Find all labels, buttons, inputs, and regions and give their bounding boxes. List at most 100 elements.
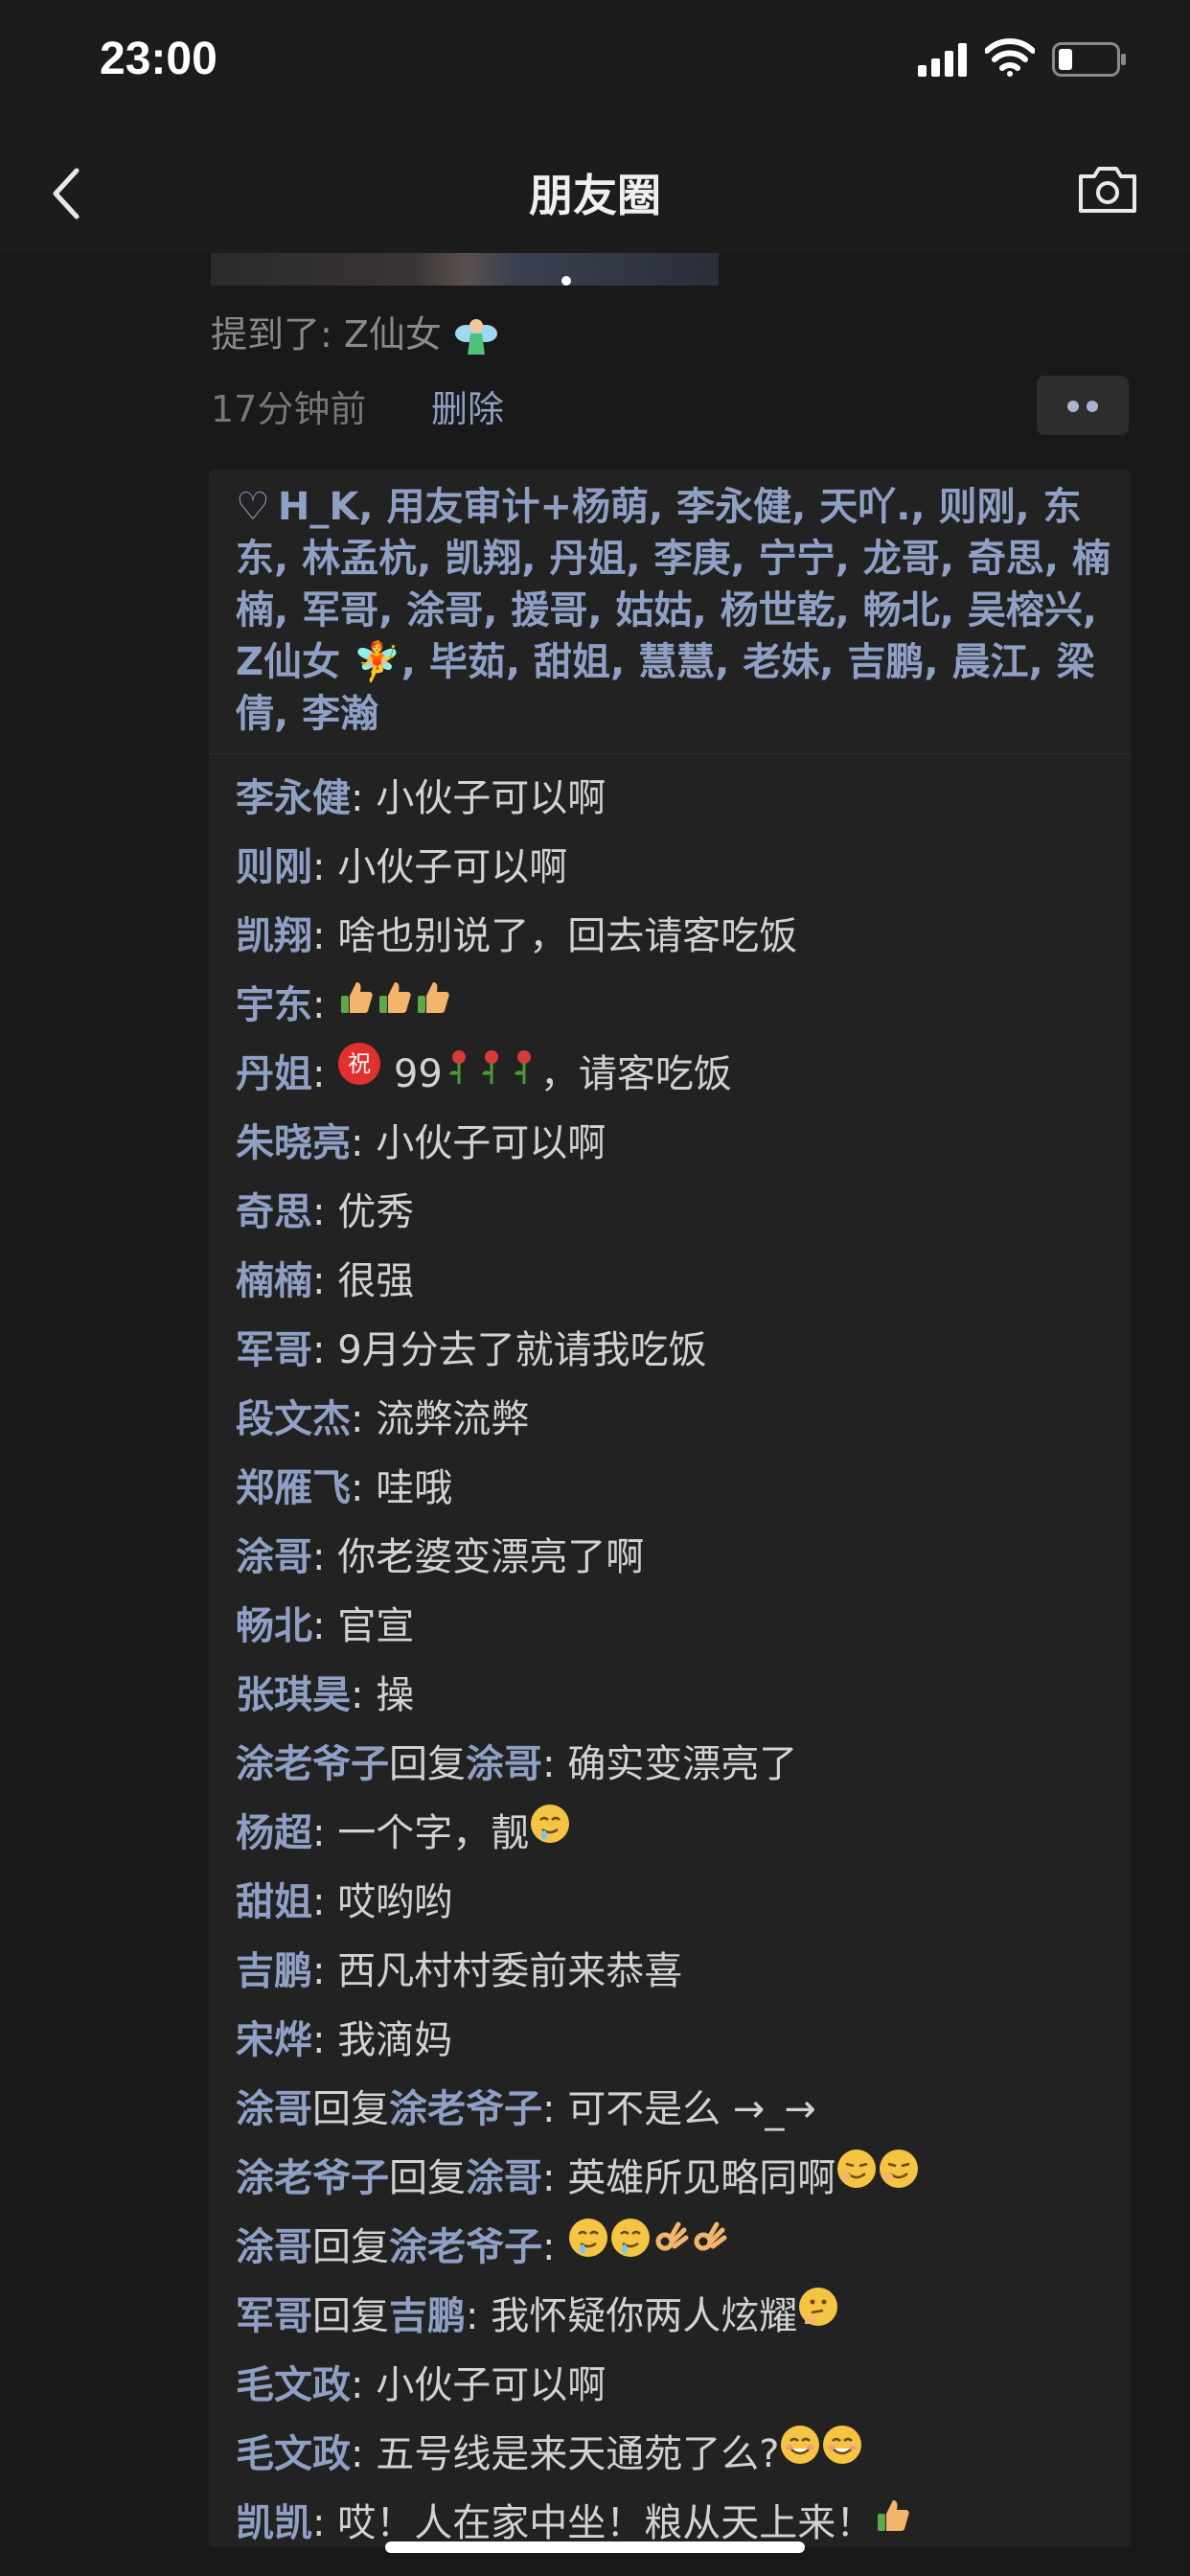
comment-row[interactable]: 则刚: 小伙子可以啊 xyxy=(209,833,1131,902)
comment-text: 小伙子可以啊 xyxy=(337,845,568,889)
comment-row[interactable]: 张琪昊: 操 xyxy=(209,1661,1131,1730)
comment-separator: : xyxy=(312,1535,338,1579)
comment-row[interactable]: 杨超: 一个字，靓 xyxy=(209,1799,1131,1868)
comment-text: 小伙子可以啊 xyxy=(376,2363,606,2407)
comment-text: 一个字，靓 xyxy=(337,1811,530,1855)
more-actions-button[interactable] xyxy=(1037,376,1129,435)
reply-target-name[interactable]: 涂哥 xyxy=(466,2156,542,2200)
commenter-name[interactable]: 涂哥 xyxy=(236,2087,312,2131)
commenter-name[interactable]: 涂哥 xyxy=(236,1535,312,1579)
comment-text: 很强 xyxy=(337,1259,415,1303)
comment-row[interactable]: 涂老爷子回复涂哥: 确实变漂亮了 xyxy=(209,1730,1131,1799)
commenter-name[interactable]: 军哥 xyxy=(236,1328,312,1372)
comment-row[interactable]: 甜姐: 哎哟哟 xyxy=(209,1868,1131,1937)
page-title: 朋友圈 xyxy=(529,170,661,221)
reply-target-name[interactable]: 涂老爷子 xyxy=(389,2087,542,2131)
commenter-name[interactable]: 甜姐 xyxy=(236,1880,312,1924)
comment-row[interactable]: 涂哥回复涂老爷子: xyxy=(209,2213,1131,2282)
comment-row[interactable]: 楠楠: 很强 xyxy=(209,1247,1131,1316)
reply-target-name[interactable]: 涂老爷子 xyxy=(389,2225,542,2269)
thumbs-up-emoji-icon xyxy=(414,970,452,1039)
comment-row[interactable]: 涂哥: 你老婆变漂亮了啊 xyxy=(209,1523,1131,1592)
comments-list: 李永健: 小伙子可以啊 则刚: 小伙子可以啊 凯翔: 啥也别说了，回去请客吃饭 宇东:… xyxy=(209,754,1131,2558)
comment-text-after: ，请客吃饭 xyxy=(539,1052,732,1096)
thumbs-up-emoji-icon xyxy=(376,970,414,1039)
svg-text:祝: 祝 xyxy=(348,1050,371,1077)
comment-row[interactable]: 丹姐: 祝 99 ，请客吃饭 xyxy=(209,1040,1131,1109)
commenter-name[interactable]: 凯凯 xyxy=(236,2501,312,2545)
commenter-name[interactable]: 朱晓亮 xyxy=(236,1121,351,1165)
rose-emoji-icon xyxy=(443,1039,475,1108)
comment-row[interactable]: 吉鹏: 西凡村村委前来恭喜 xyxy=(209,1937,1131,2006)
commenter-name[interactable]: 宋烨 xyxy=(236,2018,312,2062)
comment-text: 确实变漂亮了 xyxy=(567,1742,798,1786)
commenter-name[interactable]: 吉鹏 xyxy=(236,1949,312,1993)
drooling-emoji-icon xyxy=(567,2212,609,2281)
comment-separator: : xyxy=(351,1673,377,1717)
status-time: 23:00 xyxy=(100,34,217,84)
commenter-name[interactable]: 杨超 xyxy=(236,1811,312,1855)
comment-row[interactable]: 宋烨: 我滴妈 xyxy=(209,2006,1131,2075)
comment-separator: : xyxy=(466,2294,492,2338)
comment-text: 啥也别说了，回去请客吃饭 xyxy=(337,914,798,958)
comment-text: 小伙子可以啊 xyxy=(376,1121,606,1165)
comment-row[interactable]: 毛文政: 五号线是来天通苑了么? xyxy=(209,2420,1131,2489)
comment-text: 我怀疑你两人炫耀 xyxy=(491,2294,798,2338)
comment-row[interactable]: 段文杰: 流弊流弊 xyxy=(209,1385,1131,1454)
comment-separator: : xyxy=(312,1190,338,1234)
commenter-name[interactable]: 楠楠 xyxy=(236,1259,312,1303)
commenter-name[interactable]: 李永健 xyxy=(236,776,351,820)
comment-row[interactable]: 凯翔: 啥也别说了，回去请客吃饭 xyxy=(209,902,1131,971)
comment-separator: : xyxy=(312,1604,338,1648)
commenter-name[interactable]: 张琪昊 xyxy=(236,1673,351,1717)
camera-icon[interactable] xyxy=(1077,163,1138,215)
interaction-panel: ♡ H_K, 用友审计+杨萌, 李永健, 天吖., 则刚, 东东, 林孟杭, 凯翔… xyxy=(209,470,1131,2547)
comment-separator: : xyxy=(351,776,377,820)
commenter-name[interactable]: 丹姐 xyxy=(236,1052,312,1096)
comment-separator: : xyxy=(542,2156,568,2200)
reply-label: 回复 xyxy=(389,2156,466,2200)
comment-row[interactable]: 毛文政: 小伙子可以啊 xyxy=(209,2351,1131,2420)
smirk-emoji-icon xyxy=(835,2143,878,2212)
comment-text: 英雄所见略同啊 xyxy=(567,2156,836,2200)
reply-label: 回复 xyxy=(312,2087,389,2131)
comment-row[interactable]: 涂哥回复涂老爷子: 可不是么 →_→ xyxy=(209,2075,1131,2144)
commenter-name[interactable]: 郑雁飞 xyxy=(236,1466,351,1510)
comment-row[interactable]: 畅北: 官宣 xyxy=(209,1592,1131,1661)
delete-link[interactable]: 删除 xyxy=(431,380,504,432)
post-photos[interactable] xyxy=(211,253,719,286)
commenter-name[interactable]: 宇东 xyxy=(236,983,312,1027)
comment-text: 五号线是来天通苑了么? xyxy=(376,2432,780,2476)
smiling-emoji-icon xyxy=(779,2419,821,2488)
blessing-emoji-icon: 祝 xyxy=(337,1039,381,1108)
heart-icon: ♡ xyxy=(236,485,270,529)
commenter-name[interactable]: 涂哥 xyxy=(236,2225,312,2269)
wifi-icon xyxy=(985,38,1035,77)
comment-row[interactable]: 军哥回复吉鹏: 我怀疑你两人炫耀 xyxy=(209,2282,1131,2351)
comment-row[interactable]: 奇思: 优秀 xyxy=(209,1178,1131,1247)
commenter-name[interactable]: 涂老爷子 xyxy=(236,1742,389,1786)
commenter-name[interactable]: 涂老爷子 xyxy=(236,2156,389,2200)
comment-row[interactable]: 李永健: 小伙子可以啊 xyxy=(209,764,1131,833)
reply-target-name[interactable]: 吉鹏 xyxy=(389,2294,466,2338)
comment-row[interactable]: 宇东: xyxy=(209,971,1131,1040)
likes-list[interactable]: ♡ H_K, 用友审计+杨萌, 李永健, 天吖., 则刚, 东东, 林孟杭, 凯翔… xyxy=(209,470,1131,754)
comment-separator: : xyxy=(312,1052,338,1096)
commenter-name[interactable]: 则刚 xyxy=(236,845,312,889)
commenter-name[interactable]: 毛文政 xyxy=(236,2363,351,2407)
comment-separator: : xyxy=(312,845,338,889)
commenter-name[interactable]: 凯翔 xyxy=(236,914,312,958)
comment-row[interactable]: 涂老爷子回复涂哥: 英雄所见略同啊 xyxy=(209,2144,1131,2213)
commenter-name[interactable]: 段文杰 xyxy=(236,1397,351,1441)
reply-target-name[interactable]: 涂哥 xyxy=(466,1742,542,1786)
comment-row[interactable]: 朱晓亮: 小伙子可以啊 xyxy=(209,1109,1131,1178)
comment-row[interactable]: 郑雁飞: 哇哦 xyxy=(209,1454,1131,1523)
commenter-name[interactable]: 畅北 xyxy=(236,1604,312,1648)
commenter-name[interactable]: 毛文政 xyxy=(236,2432,351,2476)
comment-row[interactable]: 军哥: 9月分去了就请我吃饭 xyxy=(209,1316,1131,1385)
commenter-name[interactable]: 奇思 xyxy=(236,1190,312,1234)
commenter-name[interactable]: 军哥 xyxy=(236,2294,312,2338)
comment-separator: : xyxy=(312,983,338,1027)
comment-text: 我滴妈 xyxy=(337,2018,453,2062)
comment-text: 小伙子可以啊 xyxy=(376,776,606,820)
